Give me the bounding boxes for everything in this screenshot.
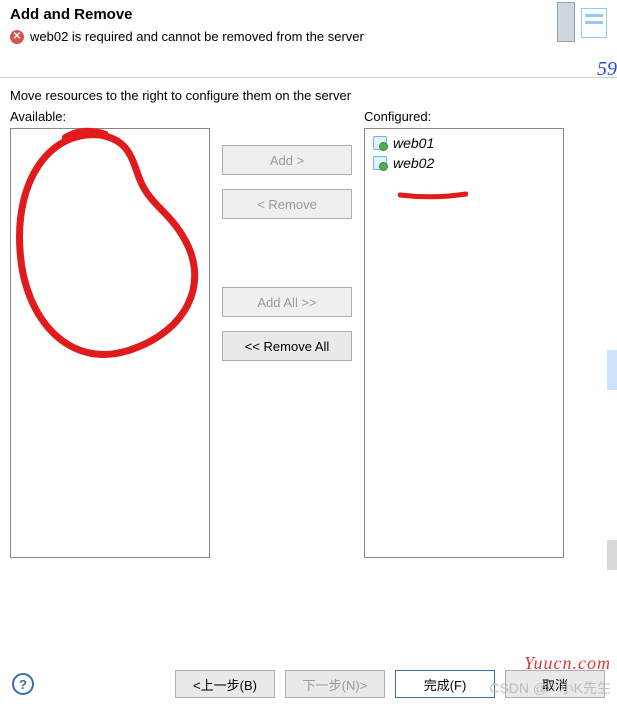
add-all-button[interactable]: Add All >> <box>222 287 352 317</box>
add-button[interactable]: Add > <box>222 145 352 175</box>
available-listbox[interactable] <box>10 128 210 558</box>
dialog-header: Add and Remove ✕ web02 is required and c… <box>0 0 617 78</box>
error-message-row: ✕ web02 is required and cannot be remove… <box>10 29 607 44</box>
configured-listbox[interactable]: web01 web02 <box>364 128 564 558</box>
error-icon: ✕ <box>10 30 24 44</box>
wizard-banner-icon <box>557 2 607 52</box>
available-column: Available: <box>10 109 210 558</box>
configured-column: Configured: web01 web02 <box>364 109 564 558</box>
remove-button[interactable]: < Remove <box>222 189 352 219</box>
help-icon[interactable]: ? <box>12 673 34 695</box>
dialog-title: Add and Remove <box>10 6 607 23</box>
list-item[interactable]: web02 <box>369 153 559 173</box>
module-icon <box>373 156 387 170</box>
available-label: Available: <box>10 109 210 124</box>
watermark-author: CSDN @☞小K先生 <box>489 678 611 698</box>
finish-button[interactable]: 完成(F) <box>395 670 495 698</box>
transfer-buttons: Add > < Remove Add All >> << Remove All <box>222 145 352 361</box>
back-button[interactable]: <上一步(B) <box>175 670 275 698</box>
corner-number: 59 <box>597 58 617 81</box>
list-item[interactable]: web01 <box>369 133 559 153</box>
configured-label: Configured: <box>364 109 564 124</box>
error-message-text: web02 is required and cannot be removed … <box>30 29 364 44</box>
list-item-label: web01 <box>393 135 434 151</box>
cropped-edge <box>607 540 617 570</box>
remove-all-button[interactable]: << Remove All <box>222 331 352 361</box>
watermark-site: Yuucn.com <box>524 653 611 674</box>
module-icon <box>373 136 387 150</box>
next-button[interactable]: 下一步(N)> <box>285 670 385 698</box>
instruction-text: Move resources to the right to configure… <box>0 78 617 109</box>
cropped-edge <box>607 350 617 390</box>
list-item-label: web02 <box>393 155 434 171</box>
